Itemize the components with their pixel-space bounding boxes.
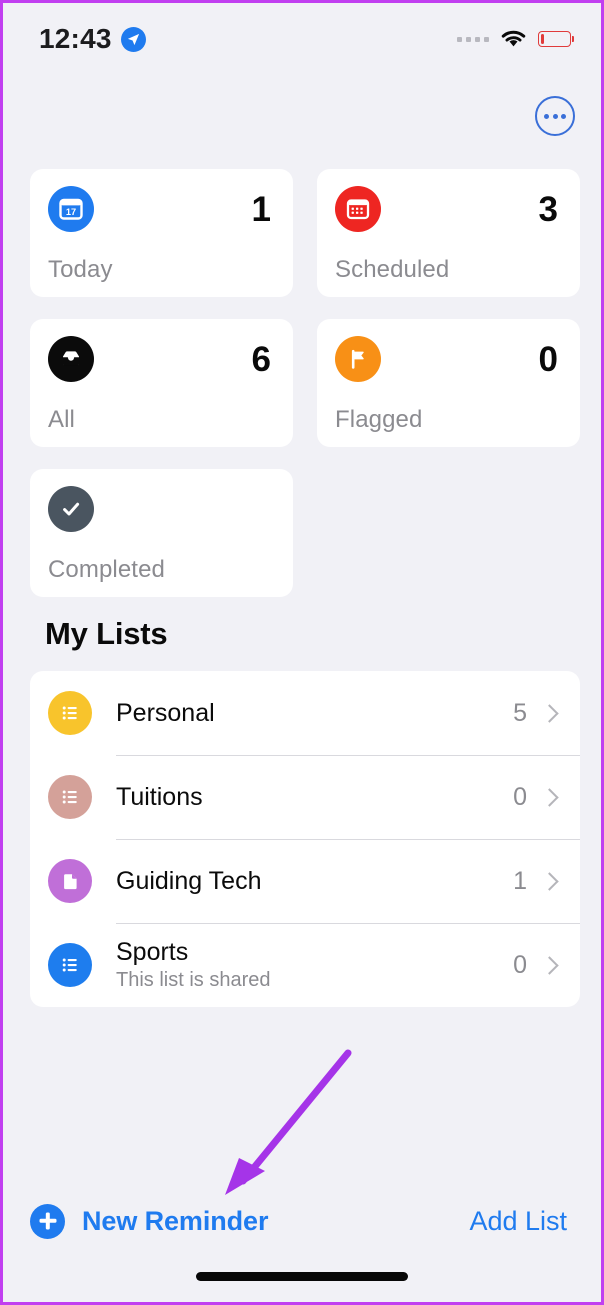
battery-low-icon	[538, 31, 571, 47]
my-lists-card: Personal 5 Tuitions 0 Guiding Tech 1 Spo…	[30, 671, 580, 1007]
flag-icon	[335, 336, 381, 382]
checkmark-circle-icon	[48, 486, 94, 532]
list-bullet-icon	[48, 691, 92, 735]
smart-card-flagged-top: 0	[335, 336, 562, 382]
list-item-count: 0	[513, 782, 527, 811]
chevron-right-icon	[540, 871, 559, 891]
list-item-guiding-tech-text: Guiding Tech	[116, 867, 513, 895]
calendar-grid-icon	[335, 186, 381, 232]
inbox-tray-icon	[48, 336, 94, 382]
calendar-day-icon: 17	[48, 186, 94, 232]
wifi-icon	[501, 30, 526, 47]
list-item-name: Personal	[116, 699, 215, 727]
smart-card-all-count: 6	[251, 339, 271, 379]
new-reminder-label: New Reminder	[82, 1205, 269, 1236]
new-reminder-button[interactable]: New Reminder	[30, 1203, 269, 1239]
my-lists-title: My Lists	[45, 616, 168, 651]
chevron-right-icon	[540, 787, 559, 807]
smart-card-all-label: All	[48, 406, 75, 433]
list-item-guiding-tech[interactable]: Guiding Tech 1	[30, 839, 580, 923]
home-indicator	[196, 1272, 408, 1281]
location-arrow-icon	[120, 26, 146, 52]
add-list-button[interactable]: Add List	[469, 1206, 567, 1237]
list-item-sports[interactable]: Sports This list is shared 0	[30, 923, 580, 1007]
smart-card-completed-top	[48, 486, 275, 532]
status-bar-left: 12:43	[39, 23, 146, 55]
plus-circle-icon	[30, 1203, 65, 1239]
chevron-right-icon	[540, 955, 559, 975]
smart-card-today[interactable]: 17 1 Today	[30, 169, 293, 297]
list-bullet-icon	[48, 943, 92, 987]
smart-card-all-top: 6	[48, 336, 275, 382]
list-item-personal-text: Personal	[116, 699, 513, 727]
smart-card-today-label: Today	[48, 256, 113, 283]
chevron-right-icon	[540, 703, 559, 723]
list-item-sports-text: Sports This list is shared	[116, 938, 513, 992]
list-bullet-icon	[48, 775, 92, 819]
smart-card-flagged[interactable]: 0 Flagged	[317, 319, 580, 447]
smart-card-today-count: 1	[251, 189, 271, 229]
more-ellipsis-icon[interactable]	[535, 96, 575, 136]
list-item-tuitions[interactable]: Tuitions 0	[30, 755, 580, 839]
status-bar-right	[457, 29, 571, 49]
list-item-tuitions-text: Tuitions	[116, 783, 513, 811]
smart-card-scheduled-count: 3	[538, 189, 558, 229]
bottom-toolbar: New Reminder Add List	[3, 1196, 601, 1246]
document-page-icon	[48, 859, 92, 903]
phone-screen: 12:43 17 1 Today 3 Scheduled 6 All 0 Fla…	[0, 0, 604, 1305]
smart-card-flagged-label: Flagged	[335, 406, 423, 433]
list-item-count: 1	[513, 866, 527, 895]
list-item-name: Sports	[116, 938, 189, 966]
smart-card-scheduled-label: Scheduled	[335, 256, 450, 283]
list-item-name: Tuitions	[116, 783, 203, 811]
list-item-name: Guiding Tech	[116, 867, 262, 895]
smart-card-grid: 17 1 Today 3 Scheduled 6 All 0 Flagged C…	[30, 169, 580, 597]
smart-card-scheduled[interactable]: 3 Scheduled	[317, 169, 580, 297]
status-bar: 12:43	[3, 3, 601, 75]
smart-card-completed[interactable]: Completed	[30, 469, 293, 597]
smart-card-today-top: 17 1	[48, 186, 275, 232]
list-item-count: 5	[513, 698, 527, 727]
smart-card-scheduled-top: 3	[335, 186, 562, 232]
smart-card-all[interactable]: 6 All	[30, 319, 293, 447]
smart-card-flagged-count: 0	[538, 339, 558, 379]
list-item-shared-subtitle: This list is shared	[116, 969, 271, 991]
status-bar-clock: 12:43	[39, 23, 112, 54]
list-item-personal[interactable]: Personal 5	[30, 671, 580, 755]
smart-card-completed-label: Completed	[48, 556, 165, 583]
svg-text:17: 17	[66, 207, 76, 217]
list-item-count: 0	[513, 950, 527, 979]
signal-dots-icon	[457, 36, 489, 42]
